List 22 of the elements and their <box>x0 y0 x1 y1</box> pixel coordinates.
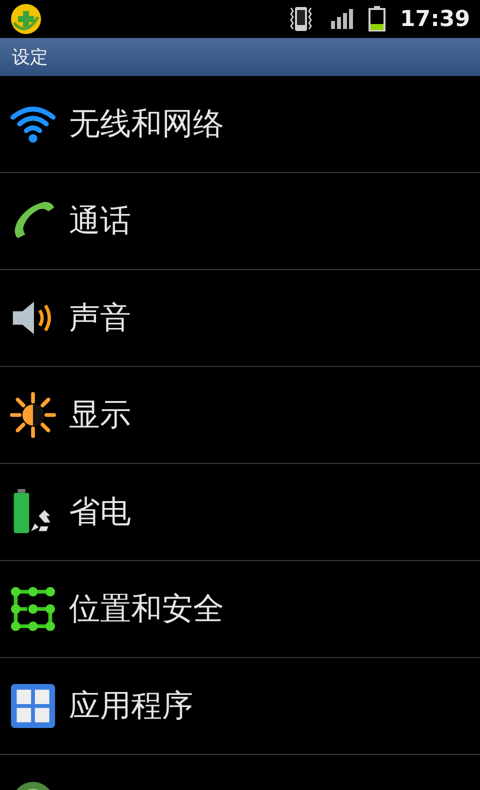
item-label: 显示 <box>69 396 131 435</box>
settings-item[interactable]: 声音 <box>0 270 480 367</box>
sun-icon <box>10 392 56 438</box>
plus-icon <box>10 3 42 35</box>
settings-item[interactable]: 应用程序 <box>0 658 480 755</box>
battery-icon <box>368 6 386 32</box>
item-label: 通话 <box>69 202 131 241</box>
settings-item[interactable]: 无线和网络 <box>0 76 480 173</box>
item-label: 声音 <box>69 299 131 338</box>
clock-time: 17:39 <box>400 6 470 32</box>
settings-item[interactable]: 位置和安全 <box>0 561 480 658</box>
item-label: 应用程序 <box>69 687 193 726</box>
app-grid-icon <box>10 683 56 729</box>
item-label: 位置和安全 <box>69 590 224 629</box>
item-label: 省电 <box>69 493 131 532</box>
settings-item[interactable]: 省电 <box>0 464 480 561</box>
item-label: 无线和网络 <box>69 105 224 144</box>
dot-grid-icon <box>10 586 56 632</box>
signal-icon <box>330 8 354 30</box>
settings-item[interactable]: 通话 <box>0 173 480 270</box>
screen-title: 设定 <box>12 46 48 69</box>
settings-item[interactable]: 显示 <box>0 367 480 464</box>
